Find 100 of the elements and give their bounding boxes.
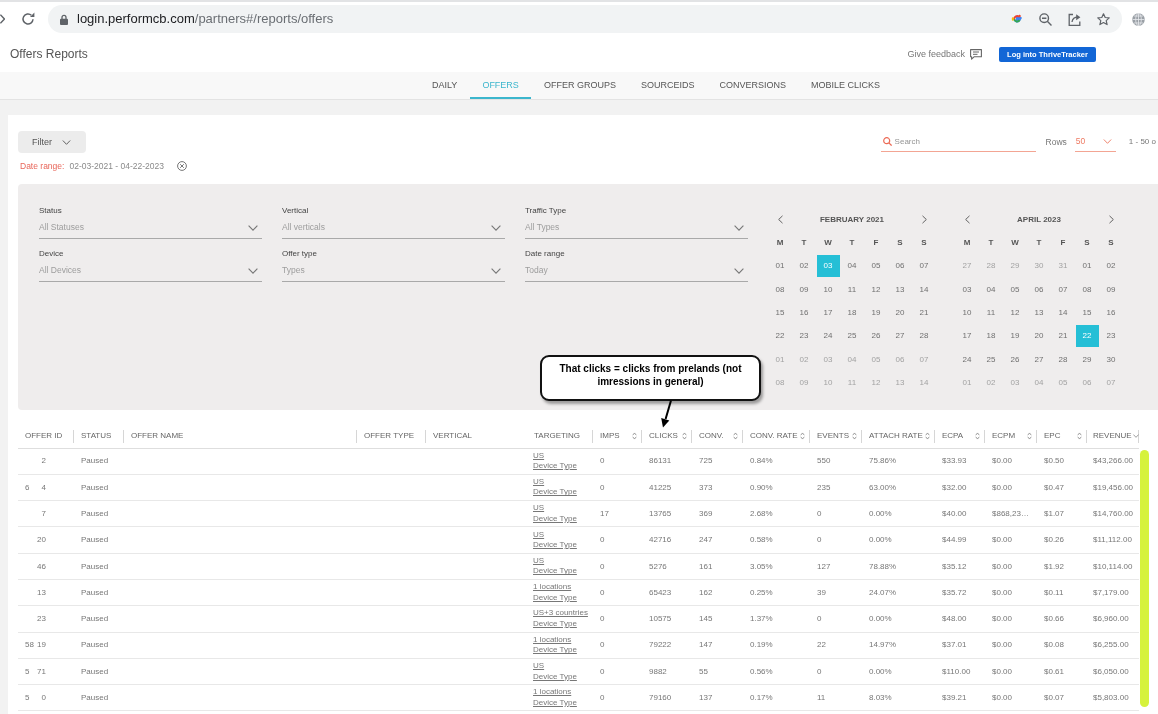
sort-icon[interactable]: [800, 432, 805, 441]
calendar-day[interactable]: 18: [840, 301, 864, 324]
targeting-link[interactable]: Device Type: [533, 697, 577, 709]
targeting-link[interactable]: US+3 countries: [533, 608, 588, 619]
calendar-day[interactable]: 09: [1099, 278, 1123, 301]
calendar-day[interactable]: 07: [912, 255, 936, 278]
calendar-day[interactable]: 16: [792, 301, 816, 324]
sort-icon[interactable]: [925, 432, 930, 441]
calendar-day[interactable]: 26: [864, 325, 888, 348]
nav-tab[interactable]: SOURCEIDS: [628, 72, 707, 99]
dropdown-field[interactable]: Today: [525, 260, 748, 282]
targeting-link[interactable]: Device Type: [533, 540, 577, 551]
calendar-day[interactable]: 04: [979, 278, 1003, 301]
nav-tab[interactable]: CONVERSIONS: [706, 72, 799, 99]
calendar-day[interactable]: 02: [792, 255, 816, 278]
targeting-link[interactable]: 1 locations: [533, 687, 572, 698]
calendar-day[interactable]: 19: [1003, 325, 1027, 348]
calendar-day[interactable]: 02: [979, 371, 1003, 394]
dropdown-field[interactable]: Types: [282, 260, 505, 282]
calendar-day[interactable]: 01: [768, 255, 792, 278]
star-icon[interactable]: [1097, 12, 1110, 26]
calendar-day[interactable]: 17: [955, 325, 979, 348]
g-logo-icon[interactable]: [1011, 13, 1023, 25]
chevron-left-icon[interactable]: [964, 215, 970, 225]
magnifier-minus-icon[interactable]: [1039, 12, 1052, 26]
targeting-link[interactable]: US: [533, 450, 545, 462]
calendar-day[interactable]: 20: [888, 301, 912, 324]
calendar-day[interactable]: 18: [979, 325, 1003, 348]
calendar-day[interactable]: 12: [1003, 301, 1027, 324]
reload-icon[interactable]: [21, 12, 35, 26]
targeting-link[interactable]: US: [533, 476, 545, 488]
targeting-link[interactable]: Device Type: [533, 566, 577, 577]
filter-button[interactable]: Filter: [18, 131, 86, 153]
calendar-day[interactable]: 02: [792, 348, 816, 371]
calendar-day[interactable]: 20: [1027, 325, 1051, 348]
calendar-day[interactable]: 27: [1027, 348, 1051, 371]
nav-tab[interactable]: OFFER GROUPS: [531, 72, 629, 99]
clear-icon[interactable]: [176, 161, 187, 171]
targeting-link[interactable]: Device Type: [533, 487, 577, 498]
chevron-down-icon[interactable]: [1133, 434, 1139, 439]
calendar-day[interactable]: 14: [912, 278, 936, 301]
calendar-day[interactable]: 19: [864, 301, 888, 324]
calendar-day[interactable]: 24: [816, 325, 840, 348]
chevron-left-icon[interactable]: [777, 215, 783, 225]
lock-icon[interactable]: [60, 13, 68, 25]
nav-tab[interactable]: DAILY: [419, 72, 470, 99]
calendar-day[interactable]: 11: [979, 301, 1003, 324]
calendar-day[interactable]: 12: [864, 278, 888, 301]
chevron-right-icon[interactable]: [921, 215, 927, 225]
calendar-day[interactable]: 28: [1051, 348, 1075, 371]
calendar-day[interactable]: 28: [912, 325, 936, 348]
targeting-link[interactable]: Device Type: [533, 645, 577, 656]
calendar-day[interactable]: 29: [1075, 348, 1099, 371]
calendar-day[interactable]: 22: [768, 325, 792, 348]
calendar-day[interactable]: 06: [1027, 278, 1051, 301]
targeting-link[interactable]: US: [533, 661, 545, 672]
sort-icon[interactable]: [1077, 432, 1082, 441]
sort-icon[interactable]: [733, 432, 738, 441]
targeting-link[interactable]: Device Type: [533, 618, 577, 630]
calendar-day[interactable]: 24: [955, 348, 979, 371]
targeting-link[interactable]: US: [533, 503, 545, 514]
calendar-day[interactable]: 03: [955, 278, 979, 301]
targeting-link[interactable]: Device Type: [533, 592, 577, 604]
globe-icon[interactable]: [1132, 12, 1145, 26]
calendar-day[interactable]: 13: [888, 278, 912, 301]
calendar-day[interactable]: 30: [1099, 348, 1123, 371]
calendar-day[interactable]: 05: [1003, 278, 1027, 301]
sort-icon[interactable]: [975, 432, 980, 441]
calendar-day[interactable]: 21: [912, 301, 936, 324]
sort-icon[interactable]: [682, 432, 687, 441]
calendar-day[interactable]: 25: [840, 325, 864, 348]
calendar-day[interactable]: 15: [1075, 301, 1099, 324]
targeting-link[interactable]: Device Type: [533, 671, 577, 682]
calendar-day[interactable]: 23: [1099, 325, 1123, 348]
calendar-day[interactable]: 08: [768, 278, 792, 301]
share-icon[interactable]: [1068, 12, 1081, 26]
targeting-link[interactable]: US: [533, 529, 545, 541]
targeting-link[interactable]: Device Type: [533, 461, 577, 472]
calendar-day[interactable]: 14: [1051, 301, 1075, 324]
calendar-day[interactable]: 23: [792, 325, 816, 348]
address-bar[interactable]: login.performcb.com/partners#/reports/offers: [48, 5, 1122, 33]
search-field[interactable]: Search: [880, 132, 1036, 152]
chevron-right-icon[interactable]: [1108, 215, 1114, 225]
targeting-link[interactable]: 1 locations: [533, 582, 572, 593]
dropdown-field[interactable]: All Devices: [39, 260, 262, 282]
dropdown-field[interactable]: All verticals: [282, 217, 505, 239]
comment-icon[interactable]: [970, 48, 982, 60]
rows-select[interactable]: 50: [1074, 132, 1116, 152]
calendar-day[interactable]: 10: [816, 371, 840, 394]
calendar-day[interactable]: 08: [1075, 278, 1099, 301]
calendar-day[interactable]: 12: [864, 371, 888, 394]
calendar-day[interactable]: 15: [768, 301, 792, 324]
calendar-day[interactable]: 02: [1099, 255, 1123, 278]
dropdown-field[interactable]: All Types: [525, 217, 748, 239]
dropdown-field[interactable]: All Statuses: [39, 217, 262, 239]
targeting-link[interactable]: Device Type: [533, 513, 577, 525]
targeting-link[interactable]: US: [533, 555, 545, 567]
calendar-day[interactable]: 16: [1099, 301, 1123, 324]
calendar-day[interactable]: 01: [1075, 255, 1099, 278]
calendar-day[interactable]: 17: [816, 301, 840, 324]
